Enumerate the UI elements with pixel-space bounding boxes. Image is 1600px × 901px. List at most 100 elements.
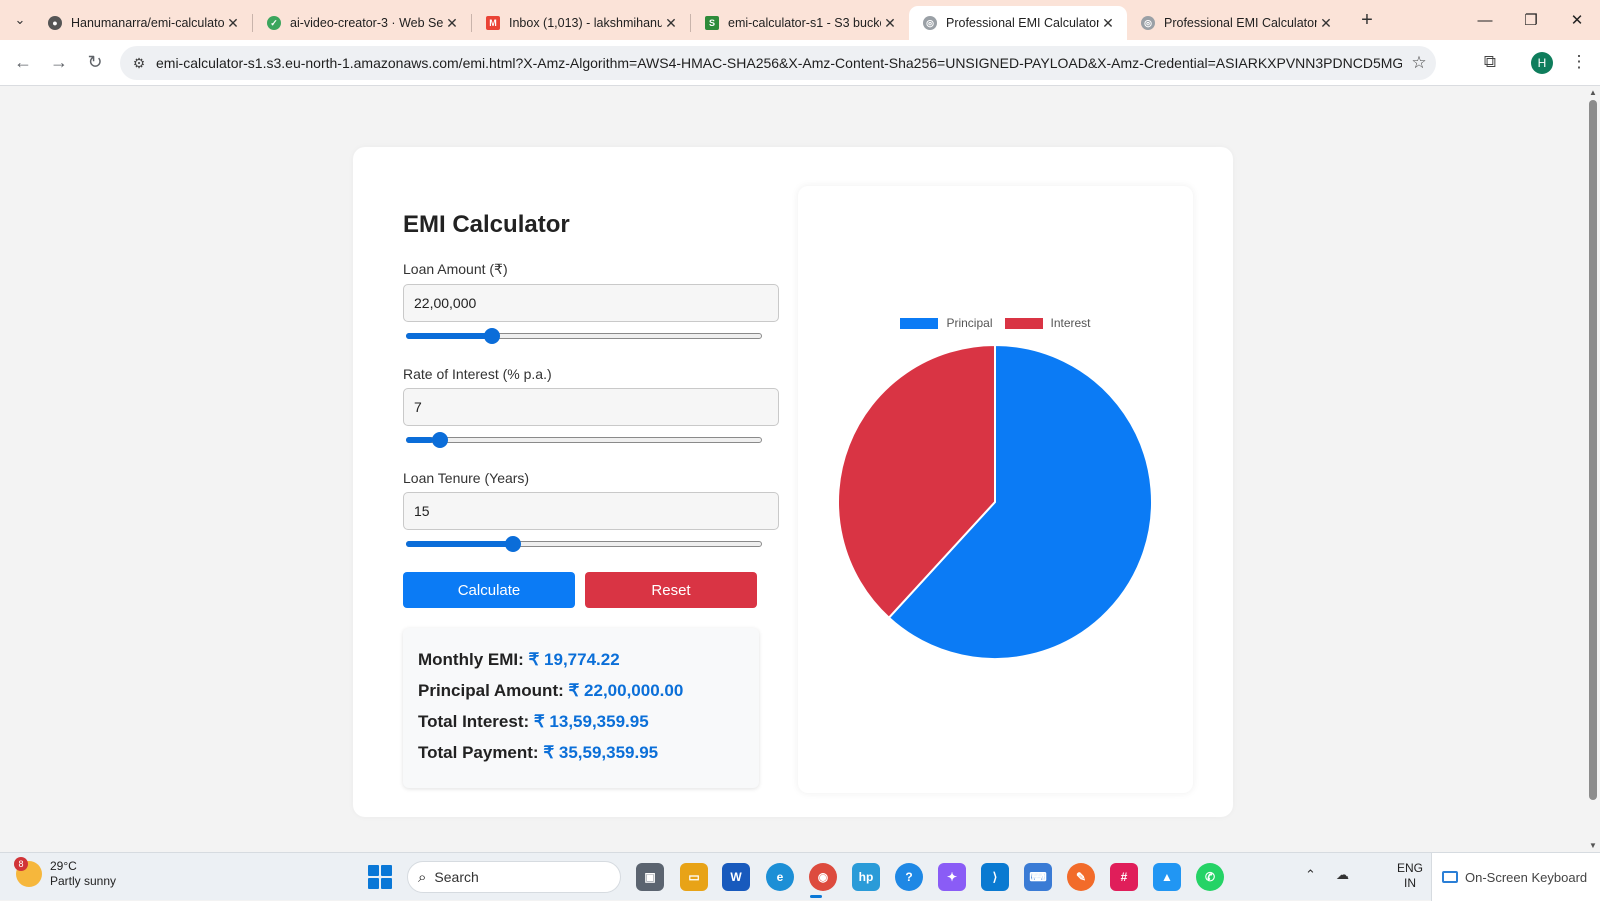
task-view-icon[interactable]: ▣ — [636, 863, 664, 891]
temperature: 29°C — [50, 859, 77, 873]
close-icon[interactable]: ✕ — [224, 14, 242, 32]
osk-label: On-Screen Keyboard — [1465, 869, 1588, 885]
address-bar[interactable]: ⚙ emi-calculator-s1.s3.eu-north-1.amazon… — [120, 46, 1436, 80]
search-icon: ⌕ — [418, 868, 427, 886]
pie-chart — [837, 343, 1153, 660]
site-settings-icon[interactable]: ⚙ — [124, 48, 154, 78]
total-interest-row: Total Interest: ₹ 13,59,359.95 — [418, 712, 744, 732]
tab-vercel[interactable]: ✓ ai-video-creator-3 · Web Ser ✕ — [253, 6, 471, 40]
forward-arrow-icon[interactable]: → — [42, 46, 76, 80]
windows-start-icon[interactable] — [368, 865, 392, 889]
window-close-icon[interactable]: ✕ — [1554, 0, 1600, 40]
vscode-icon[interactable]: ⟩ — [981, 863, 1009, 891]
legend-item-principal[interactable]: Principal — [900, 316, 993, 330]
tab-s3[interactable]: S emi-calculator-s1 - S3 bucke ✕ — [691, 6, 909, 40]
keyboard-app-icon[interactable]: ⌨ — [1024, 863, 1052, 891]
action-buttons: Calculate Reset — [403, 572, 783, 608]
tray-chevron-up-icon[interactable]: ⌃ — [1305, 867, 1316, 883]
back-arrow-icon[interactable]: ← — [6, 46, 40, 80]
chrome-icon[interactable]: ◉ — [809, 863, 837, 891]
interest-rate-slider[interactable] — [406, 432, 762, 448]
loan-amount-slider[interactable] — [406, 328, 762, 344]
interest-rate-label: Rate of Interest (% p.a.) — [403, 366, 552, 382]
minimize-icon[interactable]: — — [1462, 0, 1508, 40]
slider-thumb[interactable] — [431, 432, 448, 448]
help-icon[interactable]: ? — [895, 863, 923, 891]
legend-label: Principal — [946, 316, 993, 330]
on-screen-keyboard-button[interactable]: On-Screen Keyboard — [1431, 853, 1600, 901]
principal-value: ₹ 22,00,000.00 — [568, 681, 684, 700]
profile-avatar[interactable]: H — [1531, 52, 1553, 74]
principal-row: Principal Amount: ₹ 22,00,000.00 — [418, 681, 744, 701]
slider-thumb[interactable] — [504, 536, 521, 552]
scroll-up-arrow-icon[interactable]: ▲ — [1589, 88, 1597, 97]
url-text[interactable]: emi-calculator-s1.s3.eu-north-1.amazonaw… — [154, 55, 1402, 71]
tab-title: Hanumanarra/emi-calculator — [71, 16, 224, 30]
tab-title: ai-video-creator-3 · Web Ser — [290, 16, 443, 30]
loan-amount-input[interactable] — [403, 284, 779, 322]
slack-icon[interactable]: # — [1110, 863, 1138, 891]
restore-icon[interactable]: ❐ — [1508, 0, 1554, 40]
interest-rate-input[interactable] — [403, 388, 779, 426]
copilot-icon[interactable]: ✦ — [938, 863, 966, 891]
language-indicator[interactable]: ENG IN — [1397, 861, 1423, 891]
tab-strip: ⌄ ● Hanumanarra/emi-calculator ✕ ✓ ai-vi… — [0, 0, 1600, 40]
calculator-card: EMI Calculator Loan Amount (₹) Rate of I… — [353, 147, 1233, 817]
principal-label: Principal Amount: — [418, 681, 564, 700]
edge-icon[interactable]: e — [766, 863, 794, 891]
tab-title: Professional EMI Calculator — [1164, 16, 1317, 30]
tab-emi-2[interactable]: ◎ Professional EMI Calculator ✕ — [1127, 6, 1345, 40]
tab-search-chevron-icon[interactable]: ⌄ — [6, 6, 34, 34]
windows-taskbar: 8 29°C Partly sunny ⌕ Search ▣ ▭ W e ◉ h… — [0, 852, 1600, 901]
new-tab-plus-icon[interactable]: + — [1353, 6, 1381, 34]
close-icon[interactable]: ✕ — [881, 14, 899, 32]
monthly-emi-value: ₹ 19,774.22 — [528, 650, 620, 669]
legend-swatch — [900, 317, 939, 329]
page-viewport: EMI Calculator Loan Amount (₹) Rate of I… — [0, 86, 1586, 852]
tab-title: Inbox (1,013) - lakshmihanun — [509, 16, 662, 30]
scroll-thumb[interactable] — [1589, 100, 1597, 800]
reload-icon[interactable]: ↻ — [78, 46, 112, 80]
tab-gmail[interactable]: M Inbox (1,013) - lakshmihanun ✕ — [472, 6, 690, 40]
slider-thumb[interactable] — [484, 328, 501, 344]
close-icon[interactable]: ✕ — [443, 14, 461, 32]
tenure-input[interactable] — [403, 492, 779, 530]
postman-icon[interactable]: ✎ — [1067, 863, 1095, 891]
bookmark-star-icon[interactable]: ☆ — [1402, 48, 1436, 78]
whatsapp-icon[interactable]: ✆ — [1196, 863, 1224, 891]
active-app-indicator — [810, 895, 822, 898]
calculate-button[interactable]: Calculate — [403, 572, 575, 608]
close-icon[interactable]: ✕ — [1317, 14, 1335, 32]
globe-icon: ◎ — [923, 16, 937, 30]
total-interest-value: ₹ 13,59,359.95 — [533, 712, 649, 731]
aws-s3-icon: S — [705, 16, 719, 30]
globe-icon: ◎ — [1141, 16, 1155, 30]
reset-button[interactable]: Reset — [585, 572, 757, 608]
page-scrollbar[interactable]: ▲ ▼ — [1586, 86, 1600, 852]
close-icon[interactable]: ✕ — [662, 14, 680, 32]
scroll-down-arrow-icon[interactable]: ▼ — [1589, 841, 1597, 850]
slider-fill — [406, 541, 510, 547]
photos-icon[interactable]: ▲ — [1153, 863, 1181, 891]
taskbar-search[interactable]: ⌕ Search — [407, 861, 621, 893]
legend-item-interest[interactable]: Interest — [1004, 316, 1091, 330]
slider-track — [406, 437, 762, 443]
chart-legend: Principal Interest — [798, 316, 1193, 330]
tenure-slider[interactable] — [406, 536, 762, 552]
chart-panel: Principal Interest — [798, 186, 1193, 793]
network-icon[interactable]: ☁ — [1336, 867, 1349, 883]
monthly-emi-label: Monthly EMI: — [418, 650, 524, 669]
more-menu-icon[interactable]: ⋮ — [1563, 46, 1595, 78]
file-explorer-icon[interactable]: ▭ — [680, 863, 708, 891]
legend-swatch — [1004, 317, 1043, 329]
calculator-form: EMI Calculator Loan Amount (₹) Rate of I… — [403, 211, 783, 788]
hp-app-icon[interactable]: hp — [852, 863, 880, 891]
vercel-icon: ✓ — [267, 16, 281, 30]
tab-emi-active[interactable]: ◎ Professional EMI Calculator ✕ — [909, 6, 1127, 40]
word-icon[interactable]: W — [722, 863, 750, 891]
total-payment-label: Total Payment: — [418, 743, 539, 762]
extensions-puzzle-icon[interactable]: ⧉ — [1474, 46, 1506, 78]
close-icon[interactable]: ✕ — [1099, 14, 1117, 32]
tab-github[interactable]: ● Hanumanarra/emi-calculator ✕ — [34, 6, 252, 40]
weather-widget[interactable]: 8 29°C Partly sunny — [14, 857, 116, 889]
